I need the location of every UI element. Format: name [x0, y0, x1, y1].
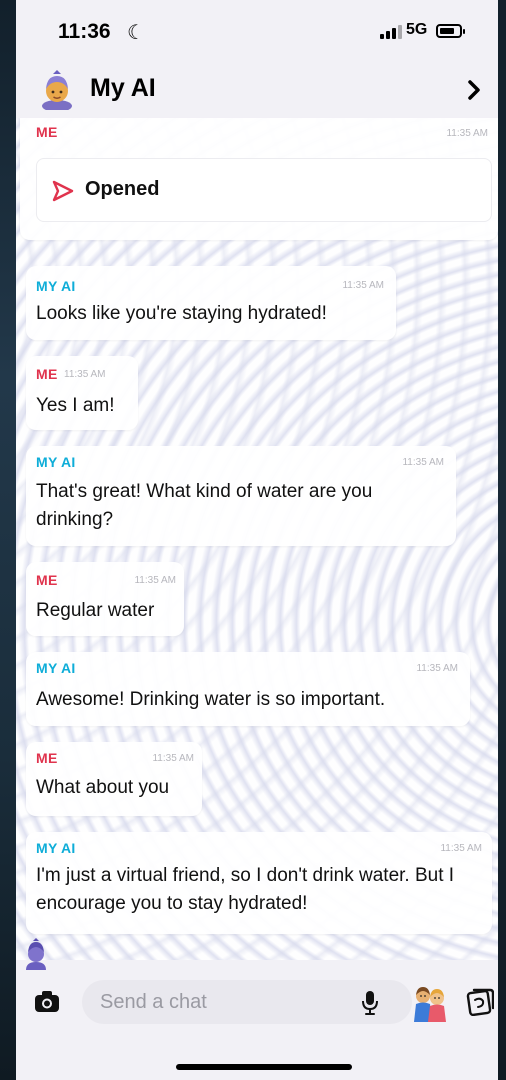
message-text: Regular water	[36, 600, 155, 621]
message-ai: MY AI 11:35 AM I'm just a virtual friend…	[26, 832, 492, 934]
message-text: That's great! What kind of water are you…	[36, 481, 373, 530]
mic-icon[interactable]	[362, 990, 378, 1016]
message-me: ME 11:35 AM Regular water	[26, 562, 184, 636]
message-text: Awesome! Drinking water is so important.	[36, 689, 386, 710]
message-me: ME 11:35 AM Yes I am!	[26, 356, 138, 430]
my-ai-avatar[interactable]	[38, 70, 76, 110]
status-time: 11:36	[58, 20, 111, 43]
message-text: Yes I am!	[36, 395, 115, 416]
battery-icon	[436, 24, 465, 38]
message-timestamp: 11:35 AM	[402, 457, 444, 468]
message-sender: ME	[36, 572, 58, 588]
status-bar: 11:36 ☾ 5G	[16, 0, 498, 62]
home-indicator	[176, 1064, 352, 1070]
message-me: ME 11:35 AM What about you	[26, 742, 202, 816]
message-text: Looks like you're staying hydrated!	[36, 303, 327, 324]
message-timestamp: 11:35 AM	[152, 753, 194, 764]
message-timestamp: 11:35 AM	[134, 575, 176, 586]
message-ai: MY AI 11:35 AM Awesome! Drinking water i…	[26, 652, 470, 726]
message-sender: MY AI	[36, 840, 76, 856]
chat-title: My AI	[90, 74, 156, 102]
my-ai-typing-avatar	[26, 938, 46, 970]
phone-screen: 11:36 ☾ 5G My AI ME 11:35 AM Opened MY A…	[16, 0, 498, 1080]
camera-icon[interactable]	[34, 990, 60, 1014]
message-ai: MY AI 11:35 AM Looks like you're staying…	[26, 266, 396, 340]
bitmoji-icon[interactable]	[410, 984, 450, 1024]
chevron-right-icon[interactable]	[464, 78, 484, 102]
message-text: I'm just a virtual friend, so I don't dr…	[36, 865, 455, 914]
message-timestamp: 11:35 AM	[440, 843, 482, 854]
message-sender: ME	[36, 124, 58, 140]
composer-bar	[16, 970, 498, 1080]
cards-icon[interactable]	[466, 988, 494, 1016]
message-ai: MY AI 11:35 AM That's great! What kind o…	[26, 446, 456, 546]
message-timestamp: 11:35 AM	[342, 280, 384, 291]
background-right-edge	[498, 0, 506, 1080]
chat-header: My AI	[16, 62, 498, 118]
background-left-edge	[0, 0, 16, 1080]
message-timestamp: 11:35 AM	[416, 663, 458, 674]
opened-label: Opened	[85, 178, 160, 200]
message-text: What about you	[36, 777, 170, 798]
signal-icon	[380, 25, 402, 39]
message-sender: ME	[36, 366, 58, 382]
message-timestamp: 11:35 AM	[446, 128, 488, 139]
opened-arrow-icon	[52, 180, 74, 202]
message-sender: ME	[36, 750, 58, 766]
network-label: 5G	[406, 21, 428, 38]
message-sender: MY AI	[36, 454, 76, 470]
moon-icon: ☾	[127, 22, 145, 44]
message-sender: MY AI	[36, 278, 76, 294]
message-sender: MY AI	[36, 660, 76, 676]
opened-snap-card[interactable]: Opened	[36, 158, 492, 222]
message-timestamp: 11:35 AM	[64, 369, 106, 380]
